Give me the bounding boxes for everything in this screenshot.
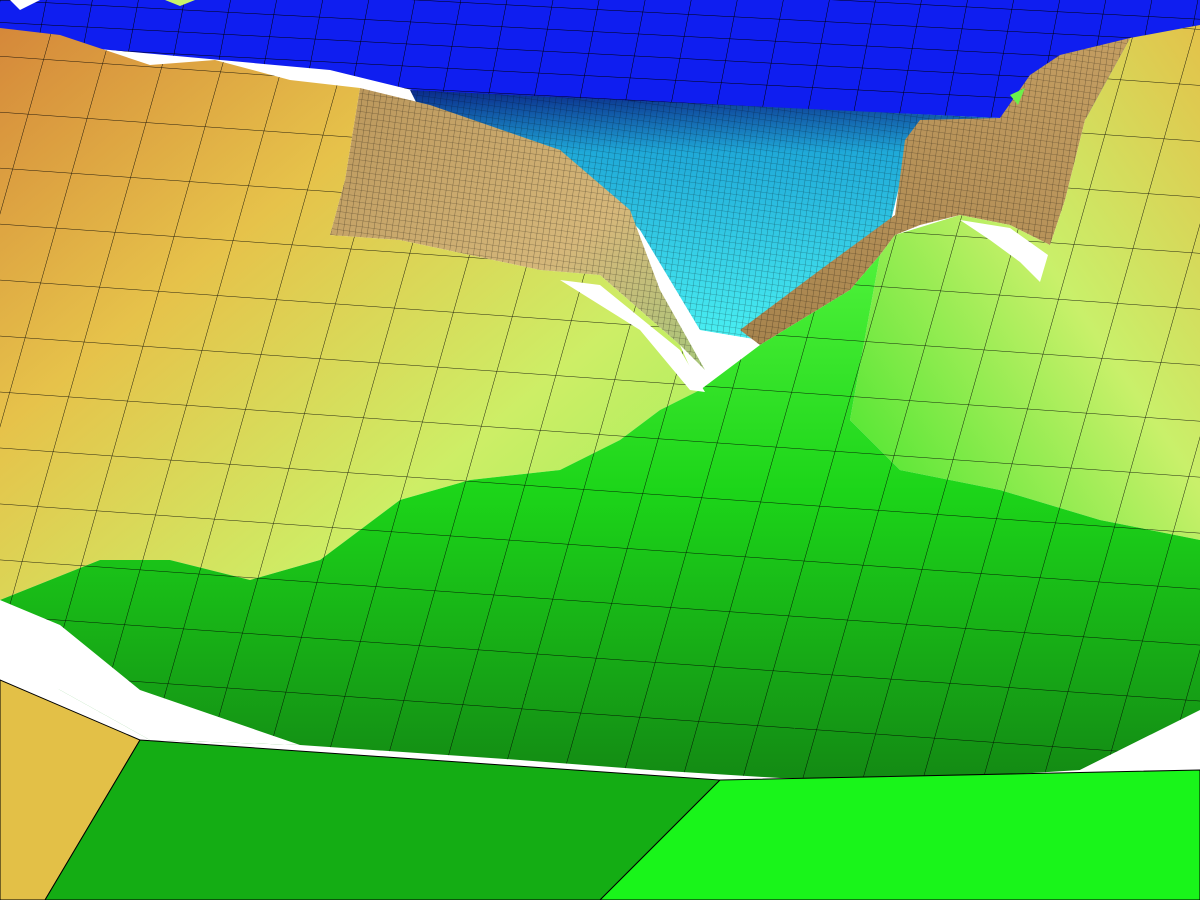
terrain-viewport xyxy=(0,0,1200,900)
terrain-scene xyxy=(0,0,1200,900)
